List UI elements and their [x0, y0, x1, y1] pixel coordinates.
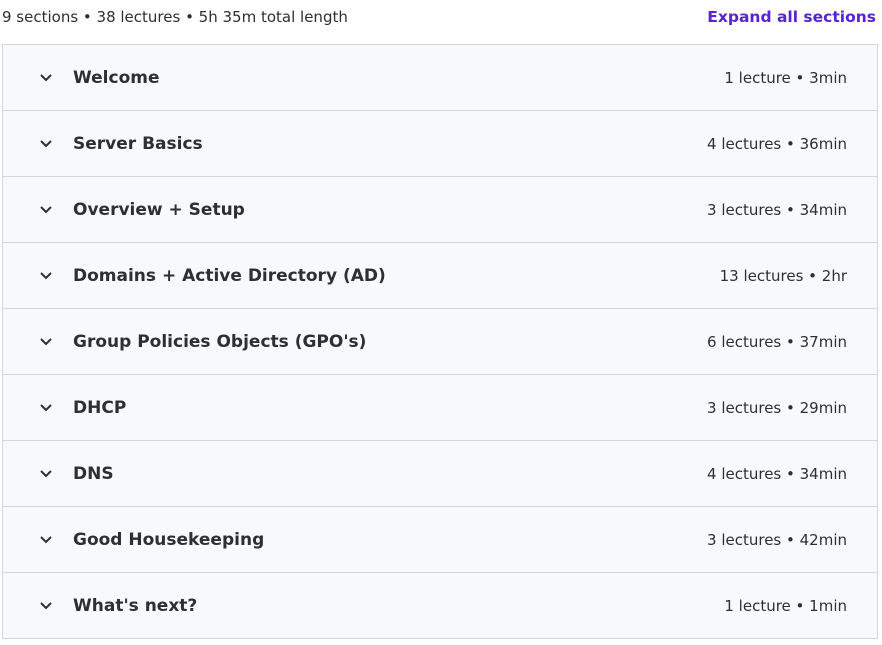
section-title: Welcome: [73, 67, 160, 88]
chevron-down-icon: [39, 335, 53, 349]
section-row-group-policies[interactable]: Group Policies Objects (GPO's) 6 lecture…: [3, 309, 877, 375]
section-meta: 6 lectures • 37min: [707, 332, 847, 351]
expand-all-sections-button[interactable]: Expand all sections: [707, 8, 876, 26]
section-row-domains-active-directory[interactable]: Domains + Active Directory (AD) 13 lectu…: [3, 243, 877, 309]
chevron-down-icon: [39, 71, 53, 85]
section-meta: 3 lectures • 29min: [707, 398, 847, 417]
section-row-server-basics[interactable]: Server Basics 4 lectures • 36min: [3, 111, 877, 177]
section-title: Overview + Setup: [73, 199, 245, 220]
section-meta: 13 lectures • 2hr: [719, 266, 847, 285]
chevron-down-icon: [39, 401, 53, 415]
section-title: Server Basics: [73, 133, 203, 154]
section-row-good-housekeeping[interactable]: Good Housekeeping 3 lectures • 42min: [3, 507, 877, 573]
section-row-dns[interactable]: DNS 4 lectures • 34min: [3, 441, 877, 507]
section-title: DHCP: [73, 397, 127, 418]
chevron-down-icon: [39, 533, 53, 547]
chevron-down-icon: [39, 269, 53, 283]
section-row-dhcp[interactable]: DHCP 3 lectures • 29min: [3, 375, 877, 441]
curriculum-summary: 9 sections • 38 lectures • 5h 35m total …: [2, 8, 348, 26]
section-title: Group Policies Objects (GPO's): [73, 331, 367, 352]
chevron-down-icon: [39, 137, 53, 151]
section-title: Good Housekeeping: [73, 529, 265, 550]
section-title: What's next?: [73, 595, 198, 616]
section-meta: 4 lectures • 36min: [707, 134, 847, 153]
section-row-whats-next[interactable]: What's next? 1 lecture • 1min: [3, 573, 877, 638]
section-title: DNS: [73, 463, 114, 484]
section-row-overview-setup[interactable]: Overview + Setup 3 lectures • 34min: [3, 177, 877, 243]
section-meta: 1 lecture • 3min: [724, 68, 847, 87]
section-title: Domains + Active Directory (AD): [73, 265, 386, 286]
section-meta: 3 lectures • 34min: [707, 200, 847, 219]
section-meta: 1 lecture • 1min: [724, 596, 847, 615]
chevron-down-icon: [39, 599, 53, 613]
chevron-down-icon: [39, 203, 53, 217]
curriculum-sections-list: Welcome 1 lecture • 3min Server Basics 4…: [2, 44, 878, 639]
curriculum-summary-bar: 9 sections • 38 lectures • 5h 35m total …: [2, 0, 878, 36]
chevron-down-icon: [39, 467, 53, 481]
section-meta: 4 lectures • 34min: [707, 464, 847, 483]
section-meta: 3 lectures • 42min: [707, 530, 847, 549]
section-row-welcome[interactable]: Welcome 1 lecture • 3min: [3, 45, 877, 111]
